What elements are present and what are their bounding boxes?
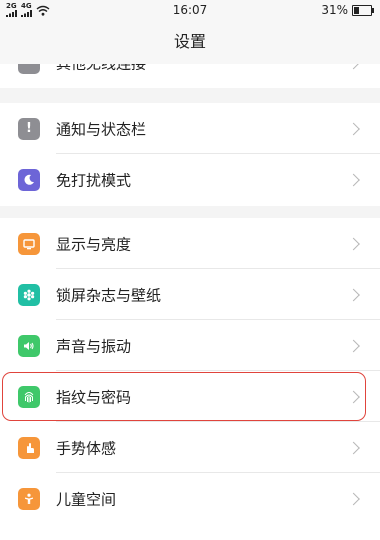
chevron-right-icon bbox=[347, 492, 360, 505]
settings-item-label: 指纹与密码 bbox=[56, 388, 132, 406]
settings-item-wallpaper[interactable]: 锁屏杂志与壁纸 bbox=[0, 269, 380, 320]
settings-item-label: 通知与状态栏 bbox=[56, 120, 147, 138]
settings-item-label: 手势体感 bbox=[56, 439, 117, 457]
settings-item-gesture[interactable]: 手势体感 bbox=[0, 422, 380, 473]
chevron-right-icon bbox=[347, 122, 360, 135]
settings-item-label: 声音与振动 bbox=[56, 337, 132, 355]
settings-group-1: 其他无线连接 bbox=[0, 64, 380, 88]
chevron-right-icon bbox=[347, 173, 360, 186]
chevron-right-icon bbox=[347, 64, 360, 69]
battery-percent: 31% bbox=[321, 3, 348, 17]
notification-icon: ! bbox=[18, 117, 40, 140]
chevron-right-icon bbox=[347, 339, 360, 352]
settings-item-notifications[interactable]: ! 通知与状态栏 bbox=[0, 103, 380, 154]
settings-item-label: 显示与亮度 bbox=[56, 235, 132, 253]
settings-item-label: 其他无线连接 bbox=[56, 64, 146, 73]
settings-item-label: 锁屏杂志与壁纸 bbox=[56, 286, 162, 304]
moon-icon bbox=[18, 168, 40, 191]
settings-item-fingerprint[interactable]: 指纹与密码 bbox=[0, 371, 380, 422]
status-bar: 2G 4G 16:07 31% bbox=[0, 0, 380, 20]
settings-item-label: 免打扰模式 bbox=[56, 171, 132, 189]
settings-group-2: ! 通知与状态栏 免打扰模式 bbox=[0, 103, 380, 206]
gesture-icon bbox=[18, 436, 40, 459]
page-title: 设置 bbox=[0, 20, 380, 64]
chevron-right-icon bbox=[347, 237, 360, 250]
wallpaper-icon bbox=[18, 283, 40, 306]
settings-item-sound[interactable]: 声音与振动 bbox=[0, 320, 380, 371]
display-icon bbox=[18, 232, 40, 255]
chevron-right-icon bbox=[347, 441, 360, 454]
settings-item-wireless[interactable]: 其他无线连接 bbox=[0, 64, 380, 88]
settings-item-do-not-disturb[interactable]: 免打扰模式 bbox=[0, 154, 380, 205]
settings-item-label: 儿童空间 bbox=[56, 490, 117, 508]
settings-item-display[interactable]: 显示与亮度 bbox=[0, 218, 380, 269]
settings-group-3: 显示与亮度 锁屏杂志与壁纸 声音与振动 指纹与密码 手势体感 儿童空间 bbox=[0, 218, 380, 540]
chevron-right-icon bbox=[347, 288, 360, 301]
child-icon bbox=[18, 487, 40, 510]
settings-item-child-space[interactable]: 儿童空间 bbox=[0, 473, 380, 524]
battery-icon bbox=[352, 4, 374, 16]
wireless-icon bbox=[18, 64, 40, 74]
battery-fill bbox=[354, 6, 359, 14]
fingerprint-icon bbox=[18, 385, 40, 408]
sound-icon bbox=[18, 334, 40, 357]
